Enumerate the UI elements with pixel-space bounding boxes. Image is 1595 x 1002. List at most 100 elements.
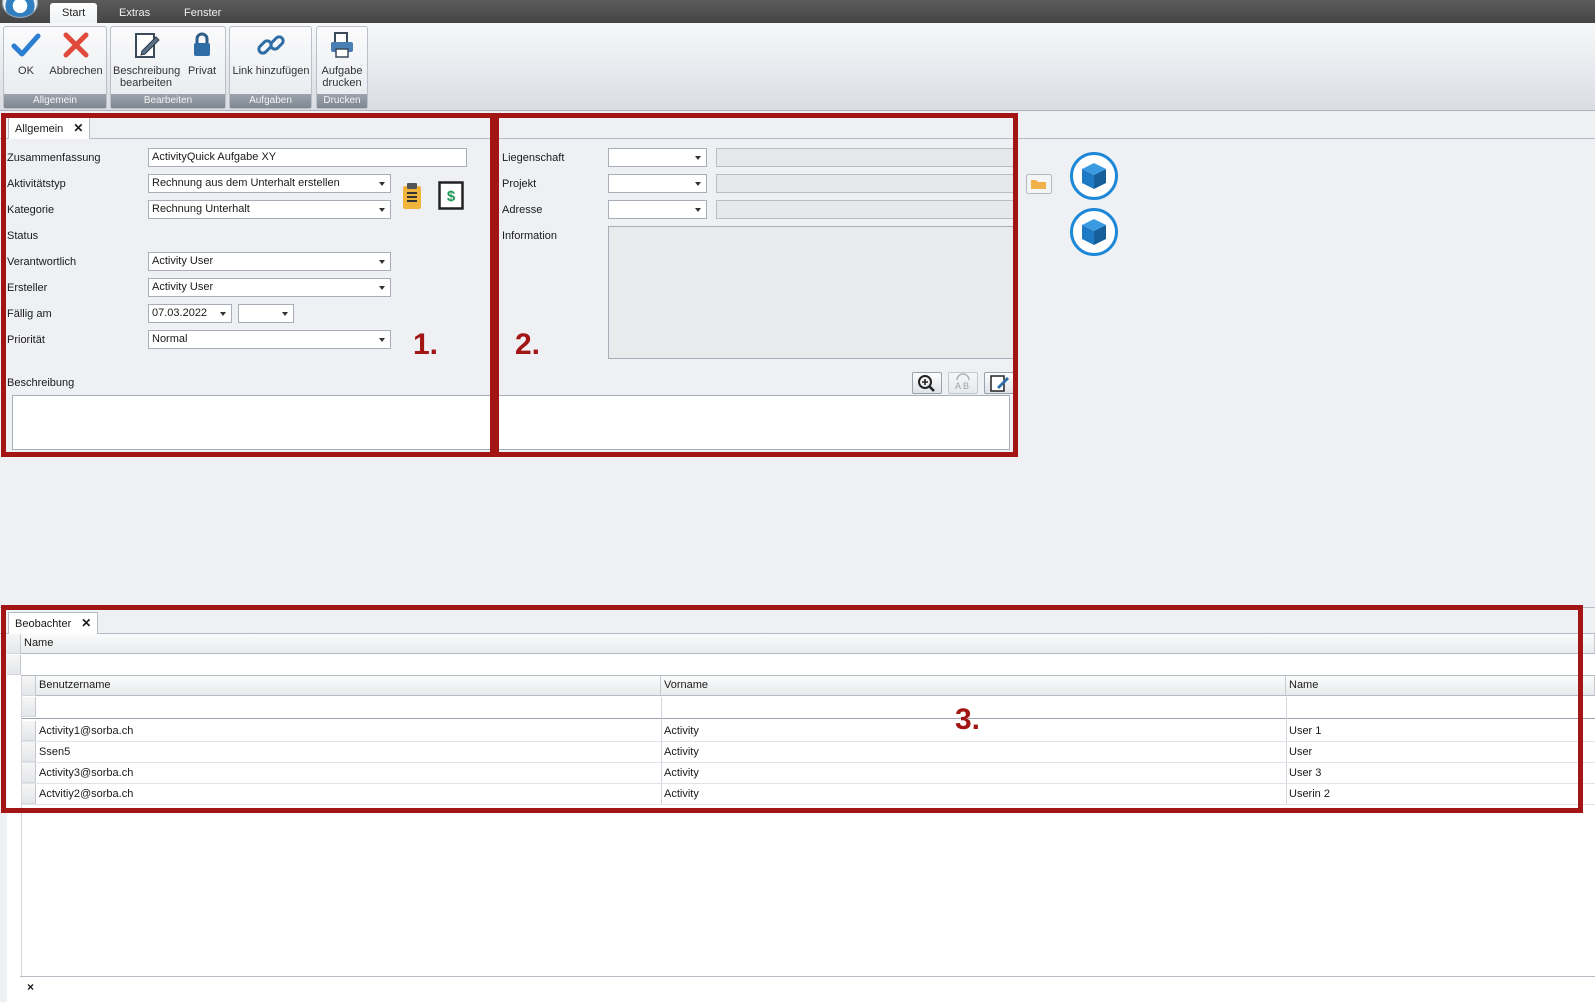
tab-beobachter[interactable]: Beobachter ✕ (8, 612, 99, 634)
tab-start[interactable]: Start (50, 3, 98, 23)
annotation-marker-3: 3. (955, 703, 981, 736)
cell-name[interactable]: User 3 (1286, 763, 1595, 783)
tab-allgemein[interactable]: Allgemein ✕ (8, 117, 91, 139)
cell-username[interactable]: Ssen5 (36, 742, 661, 762)
invoice-dollar-icon[interactable]: $ (438, 181, 464, 210)
ribbon-group-label: Bearbeiten (111, 94, 225, 108)
zoom-button[interactable] (912, 372, 942, 394)
add-link-label: Link hinzufügen (232, 65, 310, 77)
annotation-marker-1: 1. (413, 328, 439, 361)
footer-close-icon[interactable]: × (27, 980, 34, 994)
due-date-label: Fällig am (7, 308, 52, 320)
folder-open-icon[interactable] (1026, 174, 1052, 194)
svg-text:$: $ (447, 188, 456, 205)
edit-description-button[interactable]: Beschreibung bearbeiten (113, 29, 181, 89)
cube-graphic (1082, 219, 1106, 245)
outer-name-header[interactable]: Name (21, 634, 1595, 654)
ribbon-group-label: Drucken (317, 94, 367, 108)
project-display (716, 174, 1014, 193)
column-header-username[interactable]: Benutzername (36, 676, 661, 696)
private-label: Privat (187, 65, 217, 77)
row-indicator (7, 634, 21, 654)
filter-row-indicator (7, 655, 21, 675)
cell-name[interactable]: User 1 (1286, 721, 1595, 741)
spellcheck-button[interactable]: A B (948, 372, 978, 394)
magnifier-icon (918, 375, 935, 392)
category-label: Kategorie (7, 204, 55, 216)
summary-label: Zusammenfassung (7, 152, 101, 164)
print-label-2: drucken (322, 77, 362, 89)
svg-text:A B: A B (955, 381, 969, 391)
cube-icon[interactable] (1070, 208, 1118, 256)
row-indicator (22, 784, 36, 804)
cell-name[interactable]: Userin 2 (1286, 784, 1595, 804)
grid-footer-line (20, 976, 1595, 977)
column-header-firstname[interactable]: Vorname (661, 676, 1286, 696)
tab-extras[interactable]: Extras (107, 3, 162, 23)
ribbon-titlebar: Start Extras Fenster (0, 0, 1595, 23)
grid-top-line (0, 607, 1595, 608)
responsible-label: Verantwortlich (7, 256, 77, 268)
summary-input[interactable]: ActivityQuick Aufgabe XY (148, 148, 467, 167)
ribbon: OK Abbrechen Allgemein Beschreibung bear… (0, 23, 1595, 111)
category-select[interactable]: Rechnung Unterhalt (148, 200, 391, 219)
edit-document-icon (990, 375, 1009, 392)
cell-username[interactable]: Activity3@sorba.ch (36, 763, 661, 783)
cube-graphic (1082, 163, 1106, 189)
tab-allgemein-label: Allgemein (15, 123, 64, 135)
description-label: Beschreibung (7, 377, 75, 389)
due-time-picker[interactable] (238, 304, 294, 323)
creator-select[interactable]: Activity User (148, 278, 391, 297)
address-select[interactable] (608, 200, 707, 219)
cube-icon[interactable] (1070, 152, 1118, 200)
cell-username[interactable]: Activity1@sorba.ch (36, 721, 661, 741)
spellcheck-icon: A B (955, 373, 970, 391)
lock-icon (194, 32, 210, 56)
due-date-picker[interactable]: 07.03.2022 (148, 304, 232, 323)
row-indicator (22, 742, 36, 762)
print-task-button[interactable]: Aufgabe drucken (318, 29, 366, 89)
clipboard-icon[interactable] (401, 182, 423, 210)
project-select[interactable] (608, 174, 707, 193)
private-button[interactable]: Privat (181, 29, 223, 77)
add-link-button[interactable]: Link hinzufügen (231, 29, 311, 77)
status-label: Status (7, 230, 39, 242)
print-label-1: Aufgabe (321, 65, 363, 77)
form-tabstrip-line (0, 138, 1595, 139)
priority-select[interactable]: Normal (148, 330, 391, 349)
cell-name[interactable]: User (1286, 742, 1595, 762)
link-icon (257, 35, 285, 55)
information-textarea[interactable] (608, 226, 1014, 359)
edit-text-button[interactable] (984, 372, 1014, 394)
cancel-label: Abbrechen (49, 65, 103, 77)
app-menu-icon[interactable] (2, 0, 38, 18)
printer-icon (331, 32, 353, 58)
row-indicator (22, 676, 36, 696)
ribbon-group-label: Allgemein (4, 94, 106, 108)
ok-button[interactable]: OK (6, 29, 46, 77)
cancel-button[interactable]: Abbrechen (46, 29, 106, 77)
cell-username[interactable]: Actvitiy2@sorba.ch (36, 784, 661, 804)
property-select[interactable] (608, 148, 707, 167)
description-textarea[interactable] (12, 395, 1010, 450)
creator-label: Ersteller (7, 282, 48, 294)
property-display (716, 148, 1014, 167)
responsible-select[interactable]: Activity User (148, 252, 391, 271)
filter-row-indicator (22, 697, 36, 717)
edit-description-label-1: Beschreibung (113, 65, 181, 77)
column-header-name[interactable]: Name (1286, 676, 1595, 696)
annotation-marker-2: 2. (515, 328, 541, 361)
ribbon-group-drucken: Aufgabe drucken Drucken (316, 26, 368, 109)
row-separator (22, 804, 1595, 805)
activity-type-label: Aktivitätstyp (7, 178, 66, 190)
close-tab-icon[interactable]: ✕ (81, 616, 91, 630)
ok-label: OK (18, 65, 34, 77)
project-label: Projekt (502, 178, 537, 190)
close-tab-icon[interactable]: ✕ (73, 121, 83, 135)
tab-fenster[interactable]: Fenster (172, 3, 233, 23)
cell-firstname[interactable]: Activity (661, 784, 1286, 804)
address-label: Adresse (502, 204, 543, 216)
activity-type-select[interactable]: Rechnung aus dem Unterhalt erstellen (148, 174, 391, 193)
cell-firstname[interactable]: Activity (661, 763, 1286, 783)
cell-firstname[interactable]: Activity (661, 742, 1286, 762)
